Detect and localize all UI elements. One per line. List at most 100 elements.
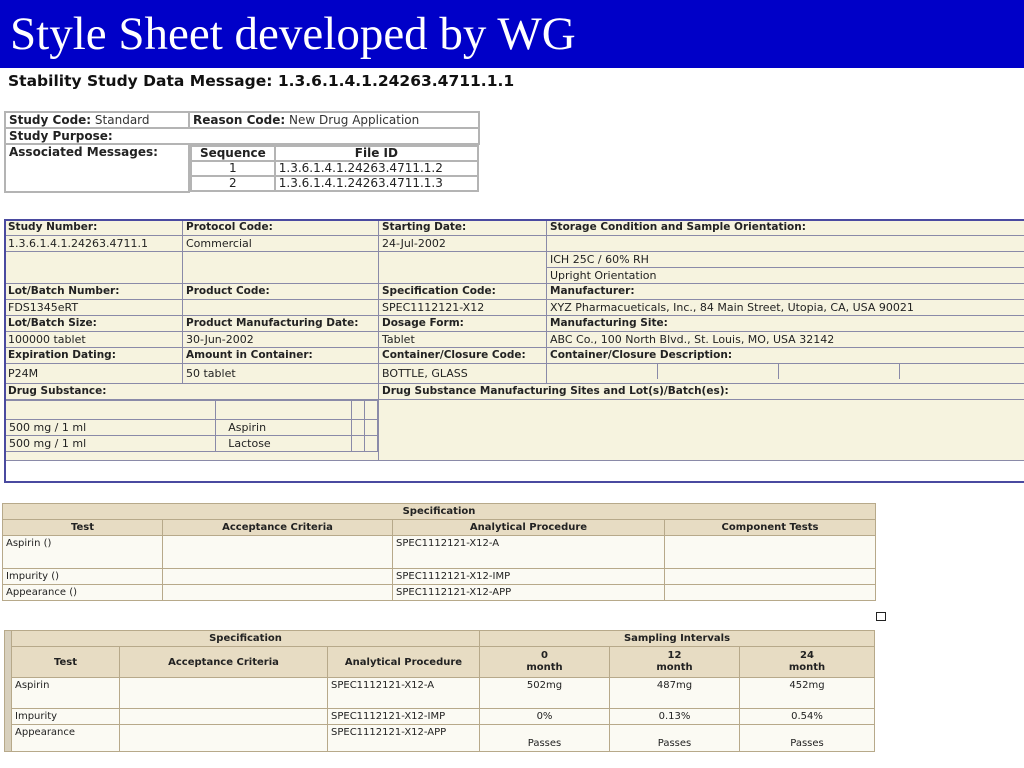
closure-code-label: Container/Closure Code: [378, 347, 547, 364]
test-cell: Appearance [11, 724, 120, 752]
lot-number-label: Lot/Batch Number: [4, 283, 183, 300]
column-header-acceptance: Acceptance Criteria [119, 646, 328, 678]
reason-code-cell: Reason Code: New Drug Application [188, 111, 480, 129]
substance-amount: 500 mg / 1 ml [5, 419, 217, 436]
blank-cell [378, 251, 547, 284]
drug-substance-list-cell: 500 mg / 1 ml Aspirin 500 mg / 1 ml Lact… [4, 399, 379, 461]
interval-unit: month [788, 662, 826, 673]
product-code-label: Product Code: [182, 283, 379, 300]
closure-code-value: BOTTLE, GLASS [378, 363, 547, 384]
interval-12-header: 12 month [609, 646, 740, 678]
blank-cell [4, 251, 183, 284]
file-id-value: 1.3.6.1.4.1.24263.4711.1.3 [273, 175, 479, 192]
column-header-procedure: Analytical Procedure [392, 519, 665, 536]
study-code-cell: Study Code: Standard [4, 111, 190, 129]
column-header-test: Test [11, 646, 120, 678]
criteria-cell [162, 535, 393, 569]
mfg-date-label: Product Manufacturing Date: [182, 315, 379, 332]
starting-date-value: 24-Jul-2002 [378, 235, 547, 252]
blank-cell [182, 251, 379, 284]
associated-messages-cell: Associated Messages: [4, 143, 190, 193]
value-0-month: Passes [479, 724, 610, 752]
component-cell [664, 568, 876, 585]
column-header-procedure: Analytical Procedure [327, 646, 480, 678]
storage-condition-value: ICH 25C / 60% RH [546, 251, 1024, 268]
value-12-month: 0.13% [609, 708, 740, 725]
storage-blank [546, 235, 1024, 252]
substance-amount: 500 mg / 1 ml [5, 435, 217, 452]
table-row: Appearance () SPEC1112121-X12-APP [2, 584, 876, 601]
spec-code-label: Specification Code: [378, 283, 547, 300]
criteria-cell [119, 708, 328, 725]
dosage-form-value: Tablet [378, 331, 547, 348]
lot-size-value: 100000 tablet [4, 331, 183, 348]
criteria-cell [119, 724, 328, 752]
drug-substance-list: 500 mg / 1 ml Aspirin 500 mg / 1 ml Lact… [5, 400, 378, 452]
mfg-date-value: 30-Jun-2002 [182, 331, 379, 348]
table-row: Impurity SPEC1112121-X12-IMP 0% 0.13% 0.… [5, 708, 875, 725]
procedure-cell: SPEC1112121-X12-IMP [327, 708, 480, 725]
drug-substance-sites-label: Drug Substance Manufacturing Sites and L… [378, 383, 1024, 400]
value-24-month: 0.54% [739, 708, 875, 725]
associated-messages-table: Sequence File ID 1 1.3.6.1.4.1.24263.471… [190, 145, 479, 192]
protocol-code-label: Protocol Code: [182, 219, 379, 236]
test-cell: Aspirin [11, 677, 120, 709]
interval-number: 0 [541, 650, 548, 661]
column-header-component: Component Tests [664, 519, 876, 536]
drug-substance-sites-value [378, 399, 1024, 461]
value-24-month: 452mg [739, 677, 875, 709]
mfg-site-label: Manufacturing Site: [546, 315, 1024, 332]
table-row: Impurity () SPEC1112121-X12-IMP [2, 568, 876, 585]
study-header-table: Study Code: Standard Reason Code: New Dr… [4, 111, 480, 193]
value-0-month: 502mg [479, 677, 610, 709]
manufacturer-value: XYZ Pharmacueticals, Inc., 84 Main Stree… [546, 299, 1024, 316]
lot-size-label: Lot/Batch Size: [4, 315, 183, 332]
test-cell: Aspirin () [2, 535, 163, 569]
sampling-intervals-table: Specification Sampling Intervals Test Ac… [4, 630, 875, 752]
lot-number-value: FDS1345eRT [4, 299, 183, 316]
value-12-month: Passes [609, 724, 740, 752]
spec-code-value: SPEC1112121-X12 [378, 299, 547, 316]
file-id-header: File ID [273, 145, 479, 162]
study-number-label: Study Number: [4, 219, 183, 236]
sampling-intervals-header: Sampling Intervals [479, 630, 875, 647]
specification-header: Specification [2, 503, 876, 520]
study-number-value: 1.3.6.1.4.1.24263.4711.1 [4, 235, 183, 252]
table-row: Appearance SPEC1112121-X12-APP Passes Pa… [5, 724, 875, 752]
criteria-cell [119, 677, 328, 709]
drug-substance-label: Drug Substance: [4, 383, 379, 400]
test-cell: Appearance () [2, 584, 163, 601]
study-code-value: Standard [94, 113, 150, 127]
sequence-header: Sequence [190, 145, 276, 162]
substance-name: Aspirin [215, 419, 353, 436]
study-details-table: Study Number: Protocol Code: Starting Da… [4, 219, 1024, 461]
value-24-month: Passes [739, 724, 875, 752]
storage-condition-label: Storage Condition and Sample Orientation… [546, 219, 1024, 236]
test-cell: Impurity [11, 708, 120, 725]
procedure-cell: SPEC1112121-X12-A [392, 535, 665, 569]
sequence-value: 1 [190, 160, 276, 177]
list-item: 500 mg / 1 ml Aspirin [5, 419, 378, 436]
column-header-acceptance: Acceptance Criteria [162, 519, 393, 536]
protocol-code-value: Commercial [182, 235, 379, 252]
table-row: 1 1.3.6.1.4.1.24263.4711.1.2 [190, 160, 479, 177]
table-row: Aspirin SPEC1112121-X12-A 502mg 487mg 45… [5, 677, 875, 709]
interval-0-header: 0 month [479, 646, 610, 678]
specification-table: Specification Test Acceptance Criteria A… [2, 503, 876, 601]
list-item: 500 mg / 1 ml Lactose [5, 435, 378, 452]
interval-number: 24 [800, 650, 814, 661]
message-title: Stability Study Data Message: 1.3.6.1.4.… [8, 72, 515, 90]
resize-handle[interactable] [876, 612, 886, 621]
test-cell: Impurity () [2, 568, 163, 585]
criteria-cell [162, 568, 393, 585]
interval-unit: month [526, 662, 563, 673]
associated-messages-table-cell: Sequence File ID 1 1.3.6.1.4.1.24263.471… [189, 144, 479, 192]
product-code-value [182, 299, 379, 316]
study-purpose-cell: Study Purpose: [4, 127, 480, 145]
closure-desc-value [546, 363, 1024, 384]
amount-value: 50 tablet [182, 363, 379, 384]
study-purpose-label: Study Purpose: [9, 129, 113, 143]
component-cell [664, 584, 876, 601]
reason-code-value: New Drug Application [289, 113, 420, 127]
amount-label: Amount in Container: [182, 347, 379, 364]
